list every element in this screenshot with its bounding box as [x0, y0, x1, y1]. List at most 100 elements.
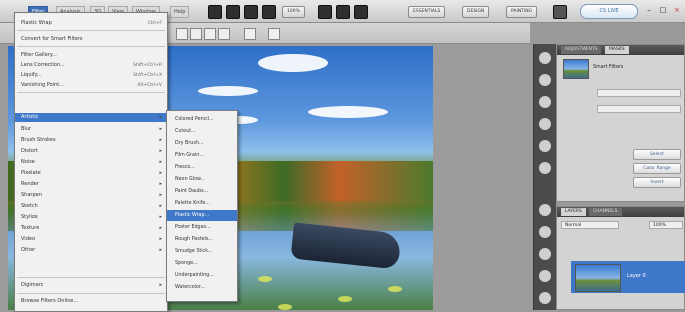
menu-item-render[interactable]: Render ▸: [15, 180, 167, 189]
menu-item-video[interactable]: Video ▸: [15, 235, 167, 244]
cloud: [308, 106, 388, 118]
menu-item-liquify[interactable]: Liquify... Shift+Ctrl+X: [15, 71, 167, 80]
info-icon[interactable]: [539, 162, 551, 174]
tool-option-icon[interactable]: [268, 28, 280, 40]
menu-item-artistic[interactable]: Artistic ▸: [15, 113, 167, 122]
menu-item-texture[interactable]: Texture ▸: [15, 224, 167, 233]
workspace-menu-icon[interactable]: [553, 5, 567, 19]
menu-item-convert-smart[interactable]: Convert for Smart Filters: [15, 35, 167, 44]
chevron-right-icon: ▸: [159, 181, 162, 187]
layer-thumbnail: [575, 264, 621, 292]
blend-mode-select[interactable]: Normal: [561, 221, 619, 229]
filter-menu: Plastic Wrap Ctrl+F Convert for Smart Fil…: [14, 12, 168, 312]
menu-item-other[interactable]: Other ▸: [15, 246, 167, 255]
workspace-design[interactable]: DESIGN: [462, 6, 490, 18]
arrange-documents-icon[interactable]: [336, 5, 350, 19]
menu-item-browse-online[interactable]: Browse Filters Online...: [15, 297, 167, 306]
submenu-item-plastic-wrap[interactable]: Plastic Wrap...: [167, 210, 237, 221]
tool-option-icon[interactable]: [176, 28, 188, 40]
tab-layers[interactable]: LAYERS: [561, 208, 586, 216]
tab-adjustments[interactable]: ADJUSTMENTS: [561, 46, 602, 54]
submenu-item[interactable]: Cutout...: [167, 126, 237, 137]
menu-item-filter-gallery[interactable]: Filter Gallery...: [15, 51, 167, 60]
tab-channels[interactable]: CHANNELS: [589, 208, 622, 216]
chevron-right-icon: ▸: [159, 114, 162, 120]
menu-item-last-filter[interactable]: Plastic Wrap Ctrl+F: [15, 19, 167, 28]
close-icon[interactable]: ×: [671, 5, 683, 16]
mini-bridge-icon[interactable]: [226, 5, 240, 19]
workspace-painting[interactable]: PAINTING: [506, 6, 538, 18]
mask-icon[interactable]: [539, 292, 551, 304]
maximize-icon[interactable]: □: [657, 5, 669, 16]
submenu-item[interactable]: Poster Edges...: [167, 222, 237, 233]
opacity-field[interactable]: 100%: [649, 221, 683, 229]
tool-option-icon[interactable]: [190, 28, 202, 40]
menu-item-pixelate[interactable]: Pixelate ▸: [15, 169, 167, 178]
masks-panel: ADJUSTMENTS MASKS Smart Filters Select C…: [556, 44, 685, 202]
submenu-item[interactable]: Paint Daubs...: [167, 186, 237, 197]
submenu-item[interactable]: Dry Brush...: [167, 138, 237, 149]
tool-option-icon[interactable]: [244, 28, 256, 40]
menu-item-digimarc[interactable]: Digimarc ▸: [15, 281, 167, 290]
chevron-right-icon: ▸: [159, 170, 162, 176]
zoom-level[interactable]: 100%: [282, 6, 305, 18]
chevron-right-icon: ▸: [159, 126, 162, 132]
menu-item-brush-strokes[interactable]: Brush Strokes ▸: [15, 136, 167, 145]
adjustment-icon[interactable]: [539, 270, 551, 282]
paragraph-icon[interactable]: [539, 140, 551, 152]
layer-row[interactable]: Layer 0: [571, 261, 685, 293]
chevron-right-icon: ▸: [159, 159, 162, 165]
menu-item-stylize[interactable]: Stylize ▸: [15, 213, 167, 222]
density-field[interactable]: [597, 89, 681, 97]
submenu-item[interactable]: Smudge Stick...: [167, 246, 237, 257]
menu-item-lens-correction[interactable]: Lens Correction... Shift+Ctrl+R: [15, 61, 167, 70]
layers-icon[interactable]: [539, 204, 551, 216]
select-button[interactable]: Select: [633, 149, 681, 160]
view-extras-icon[interactable]: [318, 5, 332, 19]
submenu-item[interactable]: Film Grain...: [167, 150, 237, 161]
submenu-item[interactable]: Watercolor...: [167, 282, 237, 293]
character-icon[interactable]: [539, 118, 551, 130]
menu-help[interactable]: Help: [170, 6, 190, 18]
zoom-tool-icon[interactable]: [262, 5, 276, 19]
submenu-item[interactable]: Palette Knife...: [167, 198, 237, 209]
submenu-item[interactable]: Neon Glow...: [167, 174, 237, 185]
brush-panel-icon[interactable]: [539, 74, 551, 86]
menu-item-vanishing-point[interactable]: Vanishing Point... Alt+Ctrl+V: [15, 81, 167, 90]
chevron-right-icon: ▸: [159, 137, 162, 143]
menu-item-distort[interactable]: Distort ▸: [15, 147, 167, 156]
paths-icon[interactable]: [539, 248, 551, 260]
channels-icon[interactable]: [539, 226, 551, 238]
tool-option-icon[interactable]: [204, 28, 216, 40]
submenu-item[interactable]: Colored Pencil...: [167, 114, 237, 125]
feather-field[interactable]: [597, 105, 681, 113]
chevron-right-icon: ▸: [159, 225, 162, 231]
screen-mode-icon[interactable]: [354, 5, 368, 19]
tool-option-icon[interactable]: [218, 28, 230, 40]
color-range-button[interactable]: Color Range: [633, 163, 681, 174]
submenu-item[interactable]: Underpainting...: [167, 270, 237, 281]
chevron-right-icon: ▸: [159, 282, 162, 288]
launch-bridge-icon[interactable]: [208, 5, 222, 19]
submenu-item[interactable]: Rough Pastels...: [167, 234, 237, 245]
history-icon[interactable]: [539, 52, 551, 64]
layers-panel: LAYERS CHANNELS Normal 100% Layer 0: [556, 206, 685, 310]
artistic-submenu: Colored Pencil... Cutout... Dry Brush...…: [166, 110, 238, 302]
chevron-right-icon: ▸: [159, 236, 162, 242]
smart-filter-label: Smart Filters: [593, 65, 624, 70]
menu-item-sketch[interactable]: Sketch ▸: [15, 202, 167, 211]
menu-item-blur[interactable]: Blur ▸: [15, 125, 167, 134]
invert-button[interactable]: Invert: [633, 177, 681, 188]
submenu-item[interactable]: Sponge...: [167, 258, 237, 269]
clone-source-icon[interactable]: [539, 96, 551, 108]
submenu-item[interactable]: Fresco...: [167, 162, 237, 173]
tab-masks[interactable]: MASKS: [605, 46, 629, 54]
minimize-icon[interactable]: –: [643, 5, 655, 16]
hand-tool-icon[interactable]: [244, 5, 258, 19]
chevron-right-icon: ▸: [159, 214, 162, 220]
lily-pad: [278, 304, 292, 310]
menu-item-noise[interactable]: Noise ▸: [15, 158, 167, 167]
workspace-essentials[interactable]: ESSENTIALS: [408, 6, 446, 18]
cs-live-button[interactable]: CS LIVE: [580, 4, 638, 19]
menu-item-sharpen[interactable]: Sharpen ▸: [15, 191, 167, 200]
